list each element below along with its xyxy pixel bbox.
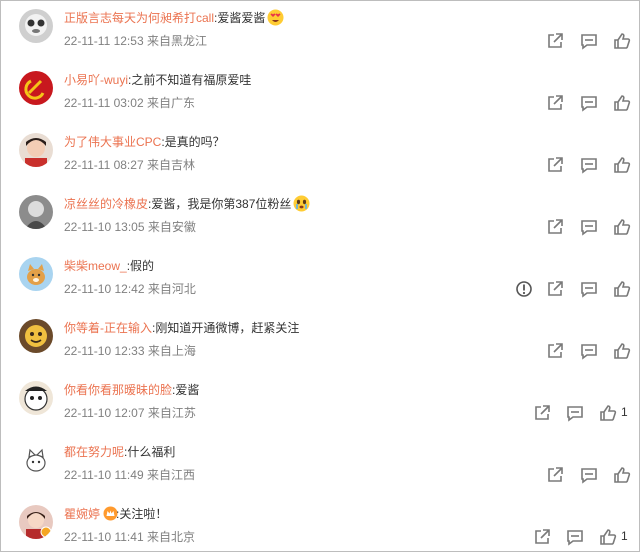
comment-text-line: 你看你看那暧昧的脸:爱酱 xyxy=(64,381,199,399)
comment-meta: 22-11-11 08:27 来自吉林 xyxy=(64,158,195,172)
user-avatar[interactable] xyxy=(19,9,53,43)
comment-item: 柴柴meow_:假的 22-11-10 12:42 来自河北 xyxy=(1,249,639,311)
comment-content: :什么福利 xyxy=(124,445,176,459)
comment-icon[interactable] xyxy=(579,217,599,237)
like-count: 1 xyxy=(621,529,628,543)
comment-username[interactable]: 你等着-正在输入 xyxy=(64,321,152,335)
like-icon[interactable] xyxy=(612,279,632,299)
comment-username[interactable]: 为了伟大事业CPC xyxy=(64,135,161,149)
share-icon[interactable] xyxy=(532,527,552,547)
comment-text-line: 为了伟大事业CPC:是真的吗？ xyxy=(64,133,225,151)
comment-text-line: 你等着-正在输入:刚知道开通微博，赶紧关注 xyxy=(64,319,299,337)
comment-item: 正版言志每天为何昶希打call:爱酱爱酱 22-11-11 12:53 来自黑龙… xyxy=(1,1,639,63)
comment-icon[interactable] xyxy=(579,31,599,51)
user-avatar[interactable] xyxy=(19,133,53,167)
comment-content: :爱酱爱酱 xyxy=(214,11,266,25)
comment-content: :刚知道开通微博，赶紧关注 xyxy=(152,321,300,335)
comment-icon[interactable] xyxy=(579,341,599,361)
heart-eyes-emoji-icon xyxy=(267,9,284,26)
like-icon[interactable] xyxy=(612,93,632,113)
share-icon[interactable] xyxy=(532,403,552,423)
user-avatar[interactable] xyxy=(19,319,53,353)
comment-username[interactable]: 正版言志每天为何昶希打call xyxy=(64,11,214,25)
user-avatar[interactable] xyxy=(19,443,53,477)
like-icon[interactable] xyxy=(612,217,632,237)
comment-list: 正版言志每天为何昶希打call:爱酱爱酱 22-11-11 12:53 来自黑龙… xyxy=(0,0,640,552)
like-icon[interactable] xyxy=(612,31,632,51)
comment-username[interactable]: 凉丝丝的冷橡皮 xyxy=(64,197,148,211)
share-icon[interactable] xyxy=(545,341,565,361)
share-icon[interactable] xyxy=(545,155,565,175)
comment-item: 为了伟大事业CPC:是真的吗？ 22-11-11 08:27 来自吉林 xyxy=(1,125,639,187)
comment-meta: 22-11-10 11:49 来自江西 xyxy=(64,468,195,482)
comment-username[interactable]: 小易吖-wuyi xyxy=(64,73,128,87)
user-avatar[interactable] xyxy=(19,195,53,229)
like-icon[interactable] xyxy=(598,527,618,547)
comment-content: :是真的吗？ xyxy=(161,135,225,149)
comment-text-line: 凉丝丝的冷橡皮:爱酱，我是你第387位粉丝 xyxy=(64,195,310,213)
comment-meta: 22-11-11 12:53 来自黑龙江 xyxy=(64,34,207,48)
like-icon[interactable] xyxy=(612,155,632,175)
share-icon[interactable] xyxy=(545,31,565,51)
comment-content: :假的 xyxy=(126,259,155,273)
comment-item: 瞿婉婷 :关注啦！ 22-11-10 11:41 来自北京 1 xyxy=(1,497,639,551)
comment-item: 你等着-正在输入:刚知道开通微博，赶紧关注 22-11-10 12:33 来自上… xyxy=(1,311,639,373)
comment-text-line: 都在努力呢:什么福利 xyxy=(64,443,175,461)
comment-item: 小易吖-wuyi:之前不知道有福原爱哇 22-11-11 03:02 来自广东 xyxy=(1,63,639,125)
comment-content: :爱酱，我是你第387位粉丝 xyxy=(148,197,292,211)
comment-username[interactable]: 你看你看那暧昧的脸 xyxy=(64,383,172,397)
comment-username[interactable]: 柴柴meow_ xyxy=(64,259,127,273)
comment-text-line: 小易吖-wuyi:之前不知道有福原爱哇 xyxy=(64,71,251,89)
comment-meta: 22-11-11 03:02 来自广东 xyxy=(64,96,195,110)
comment-username[interactable]: 瞿婉婷 xyxy=(64,507,100,521)
comment-content: :关注啦！ xyxy=(116,507,168,521)
comment-meta: 22-11-10 11:41 来自北京 xyxy=(64,530,195,544)
comment-text-line: 瞿婉婷 :关注啦！ xyxy=(64,505,167,523)
user-avatar[interactable] xyxy=(19,257,53,291)
like-count: 1 xyxy=(621,405,628,419)
vip-crown-icon xyxy=(103,506,118,521)
comment-icon[interactable] xyxy=(579,465,599,485)
comment-icon[interactable] xyxy=(579,155,599,175)
report-icon[interactable] xyxy=(514,279,534,299)
share-icon[interactable] xyxy=(545,93,565,113)
user-avatar[interactable] xyxy=(19,381,53,415)
comment-item: 都在努力呢:什么福利 22-11-10 11:49 来自江西 xyxy=(1,435,639,497)
like-icon[interactable] xyxy=(612,341,632,361)
comment-icon[interactable] xyxy=(565,527,585,547)
comment-icon[interactable] xyxy=(565,403,585,423)
comment-username[interactable]: 都在努力呢 xyxy=(64,445,124,459)
comment-meta: 22-11-10 12:42 来自河北 xyxy=(64,282,196,296)
user-avatar[interactable] xyxy=(19,505,53,539)
comment-content: :之前不知道有福原爱哇 xyxy=(128,73,252,87)
comment-text-line: 柴柴meow_:假的 xyxy=(64,257,154,275)
user-avatar[interactable] xyxy=(19,71,53,105)
comment-item: 你看你看那暧昧的脸:爱酱 22-11-10 12:07 来自江苏 1 xyxy=(1,373,639,435)
share-icon[interactable] xyxy=(545,217,565,237)
comment-item: 凉丝丝的冷橡皮:爱酱，我是你第387位粉丝 22-11-10 13:05 来自安… xyxy=(1,187,639,249)
share-icon[interactable] xyxy=(545,465,565,485)
like-icon[interactable] xyxy=(612,465,632,485)
comment-icon[interactable] xyxy=(579,93,599,113)
comment-icon[interactable] xyxy=(579,279,599,299)
share-icon[interactable] xyxy=(545,279,565,299)
like-icon[interactable] xyxy=(598,403,618,423)
comment-meta: 22-11-10 12:07 来自江苏 xyxy=(64,406,196,420)
tearful-emoji-icon xyxy=(293,195,310,212)
comment-meta: 22-11-10 12:33 来自上海 xyxy=(64,344,196,358)
comment-meta: 22-11-10 13:05 来自安徽 xyxy=(64,220,196,234)
comment-content: :爱酱 xyxy=(172,383,200,397)
comment-text-line: 正版言志每天为何昶希打call:爱酱爱酱 xyxy=(64,9,284,27)
